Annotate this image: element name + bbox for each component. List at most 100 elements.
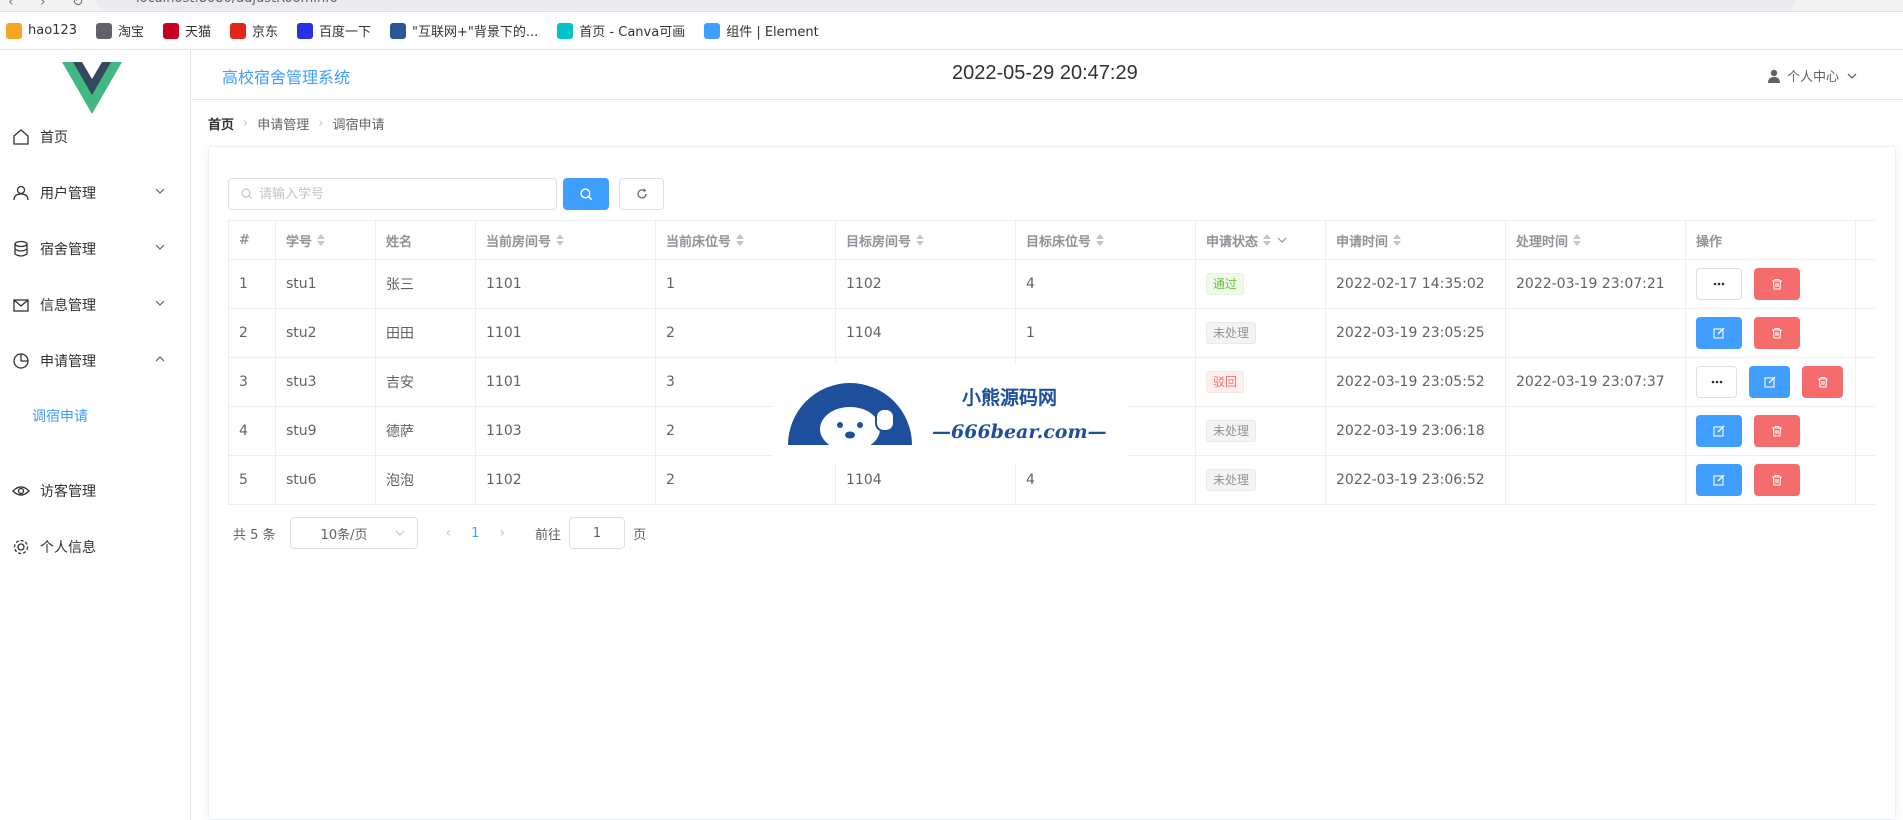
page-number[interactable]: 1 <box>471 526 479 541</box>
bookmark-item[interactable]: hao123 <box>6 22 77 39</box>
table-row: 5 stu6 泡泡 1102 2 1104 4 未处理 2022-03-19 23:06:52 <box>229 456 1875 505</box>
table-cell: 1 <box>656 260 836 308</box>
column-header[interactable]: 学号 <box>276 221 376 259</box>
cell-text: stu9 <box>286 423 317 439</box>
tmall-icon <box>163 22 179 39</box>
refresh-button[interactable] <box>619 178 664 210</box>
column-header[interactable]: 申请状态 <box>1196 221 1326 259</box>
table-cell: 通过 <box>1196 260 1326 308</box>
cell-text: stu6 <box>286 472 317 488</box>
goto-label: 前往 <box>535 527 562 543</box>
more-button[interactable] <box>1696 268 1742 300</box>
delete-button[interactable] <box>1754 268 1800 300</box>
filter-chevron-icon[interactable] <box>1277 235 1287 245</box>
more-button[interactable] <box>1696 366 1738 398</box>
search-input[interactable] <box>259 186 549 202</box>
home-icon <box>12 128 30 146</box>
cell-text: 1101 <box>486 325 522 341</box>
column-header[interactable]: 当前床位号 <box>656 221 836 259</box>
sort-caret-icon[interactable] <box>556 234 565 246</box>
table-cell: stu2 <box>276 309 376 357</box>
edit-button[interactable] <box>1696 415 1742 447</box>
table-cell: 2022-03-19 23:06:52 <box>1326 456 1506 504</box>
column-header[interactable]: 目标房间号 <box>836 221 1016 259</box>
bookmark-item[interactable]: 天猫 <box>163 21 211 40</box>
sidebar-item[interactable]: 个人信息 <box>0 519 190 575</box>
delete-button[interactable] <box>1802 366 1843 398</box>
breadcrumb-home[interactable]: 首页 <box>208 114 234 133</box>
user-icon <box>1767 69 1780 83</box>
page-size-select[interactable]: 10条/页 <box>289 517 418 549</box>
prev-page-icon[interactable]: ‹ <box>446 525 452 541</box>
bookmark-label: hao123 <box>28 23 77 38</box>
search-icon <box>241 188 253 200</box>
sidebar-item[interactable]: 访客管理 <box>0 463 190 519</box>
page-suffix: 页 <box>633 527 647 543</box>
table-cell: 2022-02-17 14:35:02 <box>1326 260 1506 308</box>
sidebar-item-label: 宿舍管理 <box>40 242 96 258</box>
goto-page-input[interactable]: 1 <box>569 517 626 549</box>
edit-button[interactable] <box>1696 317 1742 349</box>
sort-caret-icon[interactable] <box>1393 234 1402 246</box>
sort-caret-icon[interactable] <box>916 234 925 246</box>
sort-caret-icon[interactable] <box>1096 234 1105 246</box>
table-cell: 2 <box>229 309 276 357</box>
delete-button[interactable] <box>1754 317 1800 349</box>
sort-caret-icon[interactable] <box>1573 234 1582 246</box>
cell-text: 3 <box>666 374 675 390</box>
cell-text: 2 <box>666 423 675 439</box>
sort-caret-icon[interactable] <box>317 234 326 246</box>
sidebar-item[interactable]: 首页 <box>0 109 190 165</box>
doc-icon <box>390 22 407 39</box>
column-header[interactable]: 当前房间号 <box>476 221 656 259</box>
bookmark-label: 首页 - Canva可画 <box>579 25 686 40</box>
table-cell <box>1506 309 1686 357</box>
next-page-icon[interactable]: › <box>499 525 505 541</box>
watermark: 小熊源码网 —666bear.com— <box>772 363 1128 463</box>
apply-time: 2022-02-17 14:35:02 <box>1336 276 1485 292</box>
back-icon[interactable]: ‹ <box>8 0 14 10</box>
edit-icon <box>1713 425 1725 437</box>
sort-caret-icon[interactable] <box>1263 234 1272 246</box>
delete-button[interactable] <box>1754 415 1800 447</box>
chevron-down-icon <box>1847 73 1857 79</box>
bookmark-item[interactable]: "互联网+"背景下的... <box>390 21 538 40</box>
reload-icon[interactable]: ↻ <box>72 0 84 10</box>
bookmark-item[interactable]: 首页 - Canva可画 <box>557 21 685 40</box>
edit-icon <box>1713 327 1725 339</box>
bookmark-item[interactable]: 淘宝 <box>95 21 144 40</box>
column-header[interactable]: 目标床位号 <box>1016 221 1196 259</box>
cell-text: 2 <box>239 325 248 341</box>
column-header[interactable]: 申请时间 <box>1326 221 1506 259</box>
page-size-value: 10条/页 <box>320 527 368 543</box>
url-field[interactable]: localhost:8080/adjustRoomInfo <box>96 0 1796 10</box>
bookmark-item[interactable]: 百度一下 <box>297 21 371 40</box>
delete-button[interactable] <box>1754 464 1800 496</box>
sidebar-item-label: 申请管理 <box>40 354 96 370</box>
bookmark-label: 百度一下 <box>319 25 372 40</box>
edit-button[interactable] <box>1749 366 1791 398</box>
sidebar-subitem-adjust-room[interactable]: 调宿申请 <box>0 391 190 441</box>
search-button[interactable] <box>563 178 609 210</box>
table-cell: 1102 <box>476 456 656 504</box>
sidebar-item[interactable]: 信息管理 <box>0 277 190 333</box>
bookmark-label: 京东 <box>252 25 279 40</box>
bookmark-item[interactable]: 组件 | Element <box>704 21 819 40</box>
bookmark-item[interactable]: 京东 <box>230 21 278 40</box>
forward-icon[interactable]: › <box>40 0 46 10</box>
bear-logo <box>772 363 1128 463</box>
datetime-display: 2022-05-29 20:47:29 <box>952 62 1138 84</box>
user-icon <box>12 184 30 202</box>
search-field[interactable] <box>228 178 557 210</box>
column-header[interactable]: 处理时间 <box>1506 221 1686 259</box>
user-center-dropdown[interactable]: 个人中心 <box>1767 66 1863 85</box>
edit-button[interactable] <box>1696 464 1742 496</box>
sidebar-item[interactable]: 申请管理 <box>0 333 190 389</box>
status-badge: 通过 <box>1206 273 1245 295</box>
table-cell: 2022-03-19 23:07:37 <box>1506 358 1686 406</box>
sort-caret-icon[interactable] <box>736 234 745 246</box>
sidebar-item[interactable]: 宿舍管理 <box>0 221 190 277</box>
column-header-label: # <box>239 232 250 248</box>
sidebar-item[interactable]: 用户管理 <box>0 165 190 221</box>
sidebar-item-label: 信息管理 <box>40 298 96 314</box>
